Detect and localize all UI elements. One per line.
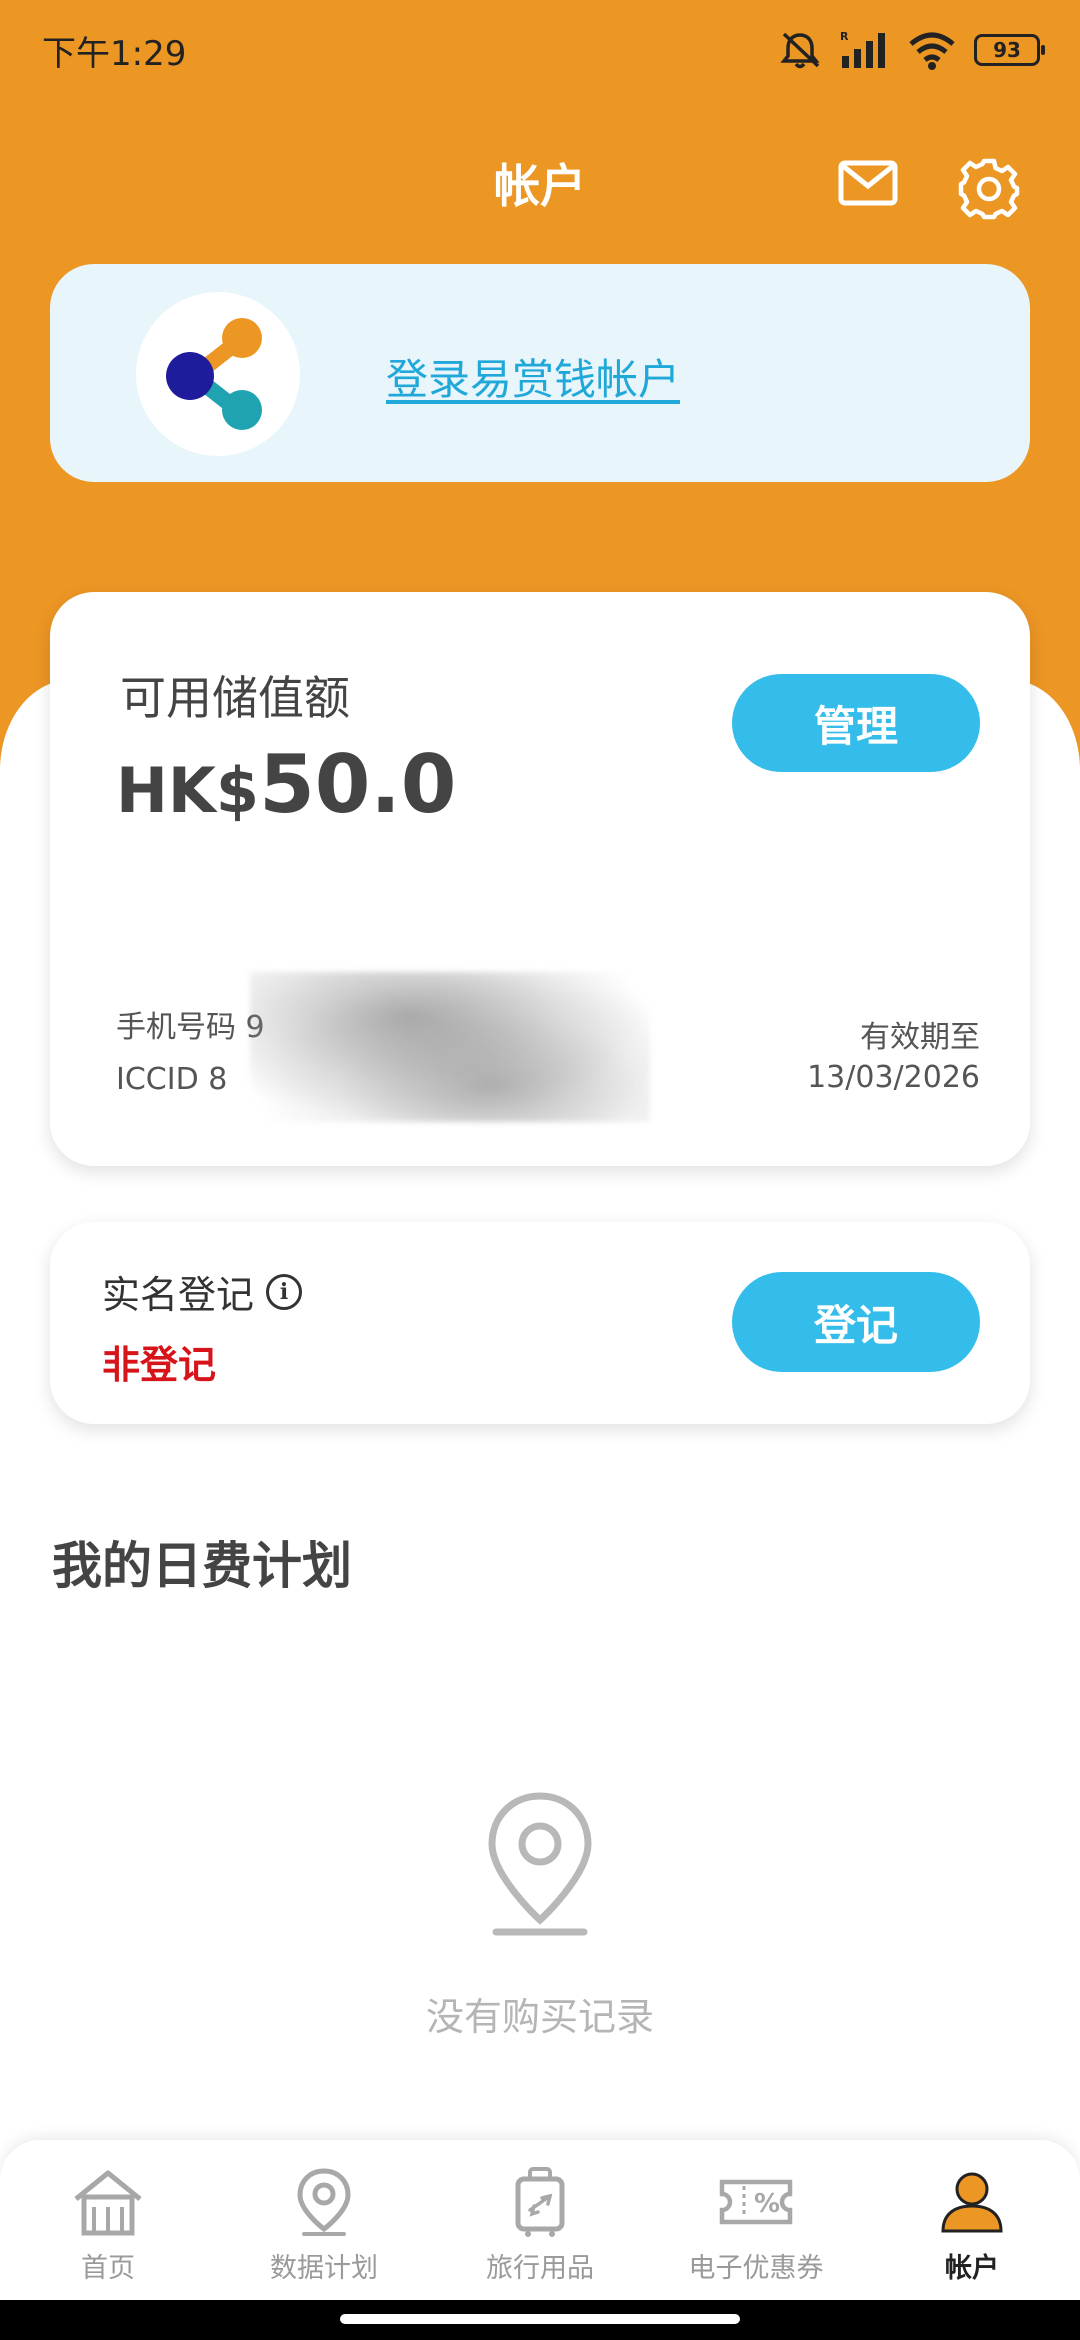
home-indicator[interactable]	[340, 2314, 740, 2324]
gear-icon[interactable]	[958, 158, 1020, 224]
balance-amount: HK$ 50.0	[116, 738, 456, 831]
status-icons: R 93	[778, 30, 1045, 70]
coupon-icon: %	[716, 2164, 796, 2240]
battery-level: 93	[993, 38, 1021, 62]
wifi-icon	[908, 30, 956, 70]
wallet-login-card[interactable]: 登录易赏钱帐户	[50, 264, 1030, 482]
registration-label: 实名登记	[102, 1273, 255, 1317]
nav-item-data-plans[interactable]: 数据计划	[216, 2140, 432, 2300]
nav-item-account[interactable]: 帐户	[864, 2140, 1080, 2300]
empty-state-text: 没有购买记录	[425, 1995, 654, 2039]
expiry-label: 有效期至	[860, 1020, 980, 1055]
location-pin-icon	[480, 1790, 600, 1944]
wallet-login-link[interactable]: 登录易赏钱帐户	[386, 346, 680, 407]
balance-currency: HK$	[116, 754, 260, 827]
location-pin-icon	[284, 2164, 364, 2240]
nav-item-travel-goods[interactable]: 旅行用品	[432, 2140, 648, 2300]
expiry-date: 13/03/2026	[807, 1060, 980, 1095]
nav-label-home: 首页	[81, 2253, 135, 2284]
status-time: 下午1:29	[42, 33, 187, 74]
nav-label-travel-goods: 旅行用品	[486, 2253, 594, 2284]
nav-label-account: 帐户	[945, 2253, 999, 2284]
signal-icon: R	[840, 30, 890, 70]
manage-button[interactable]: 管理	[732, 674, 980, 772]
svg-text:%: %	[754, 2189, 780, 2219]
luggage-icon	[500, 2164, 580, 2240]
registration-card: 实名登记 i 非登记 登记	[50, 1222, 1030, 1424]
wallet-logo-icon	[136, 292, 300, 456]
nav-label-data-plans: 数据计划	[270, 2253, 378, 2284]
svg-text:R: R	[840, 30, 849, 43]
status-bar: 下午1:29 R 93	[0, 0, 1080, 100]
home-icon	[68, 2164, 148, 2240]
registration-label-row: 实名登记 i	[102, 1264, 303, 1319]
nav-item-home[interactable]: 首页	[0, 2140, 216, 2300]
balance-card: 可用储值额 HK$ 50.0 管理 手机号码 9 ICCID 8 有效期至 13…	[50, 592, 1030, 1166]
page-title: 帐户	[494, 159, 586, 213]
register-button[interactable]: 登记	[732, 1272, 980, 1372]
iccid: ICCID 8	[116, 1062, 228, 1097]
balance-label: 可用储值额	[120, 671, 350, 725]
nav-label-coupons: 电子优惠券	[688, 2253, 824, 2284]
battery-icon: 93	[974, 34, 1045, 66]
phone-number: 手机号码 9	[116, 1010, 265, 1045]
info-icon[interactable]: i	[266, 1273, 303, 1310]
bottom-nav: 首页 数据计划 旅行用品 % 电子优惠券 帐户	[0, 2140, 1080, 2300]
registration-status: 非登记	[102, 1343, 217, 1387]
plans-section-title: 我的日费计划	[52, 1537, 352, 1595]
balance-value: 50.0	[259, 738, 457, 831]
mail-icon[interactable]	[838, 160, 898, 210]
mute-icon	[778, 30, 822, 70]
user-icon	[932, 2164, 1012, 2240]
redaction-smudge	[250, 972, 650, 1122]
nav-item-coupons[interactable]: % 电子优惠券	[648, 2140, 864, 2300]
